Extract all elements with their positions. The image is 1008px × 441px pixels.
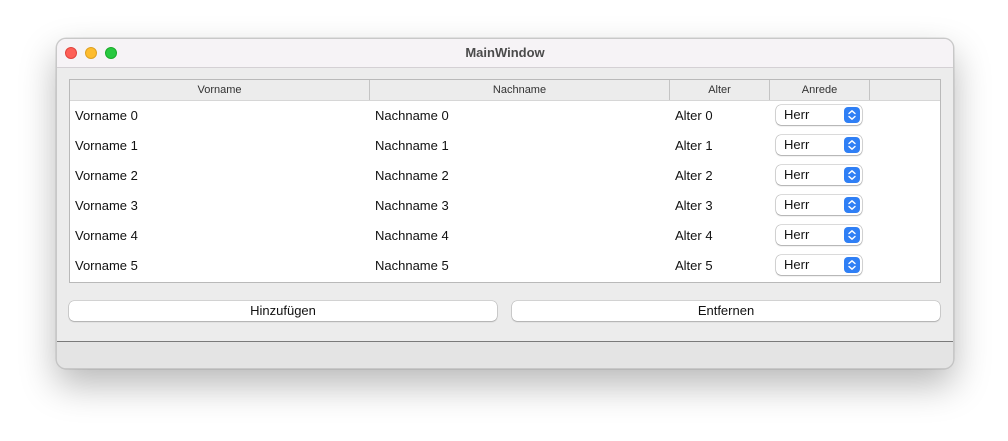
anrede-select[interactable]: Herr xyxy=(776,165,862,185)
table-row[interactable]: Vorname 4 Nachname 4 Alter 4 Herr xyxy=(70,221,940,251)
anrede-select[interactable]: Herr xyxy=(776,195,862,215)
cell-nachname[interactable]: Nachname 4 xyxy=(375,221,449,251)
table-row[interactable]: Vorname 0 Nachname 0 Alter 0 Herr xyxy=(70,101,940,131)
cell-vorname[interactable]: Vorname 2 xyxy=(75,161,138,191)
cell-vorname[interactable]: Vorname 0 xyxy=(75,101,138,131)
title-bar[interactable]: MainWindow xyxy=(57,39,953,68)
table-row[interactable]: Vorname 1 Nachname 1 Alter 1 Herr xyxy=(70,131,940,161)
table-header: Vorname Nachname Alter Anrede xyxy=(70,80,940,101)
main-window: MainWindow Vorname Nachname Alter Anrede… xyxy=(56,38,954,369)
anrede-select-value: Herr xyxy=(784,227,810,242)
cell-vorname[interactable]: Vorname 3 xyxy=(75,191,138,221)
cell-nachname[interactable]: Nachname 3 xyxy=(375,191,449,221)
cell-vorname[interactable]: Vorname 4 xyxy=(75,221,138,251)
up-down-chevron-icon xyxy=(844,107,860,123)
anrede-select[interactable]: Herr xyxy=(776,225,862,245)
cell-nachname[interactable]: Nachname 0 xyxy=(375,101,449,131)
cell-alter[interactable]: Alter 5 xyxy=(675,251,713,281)
cell-nachname[interactable]: Nachname 1 xyxy=(375,131,449,161)
column-header-anrede[interactable]: Anrede xyxy=(770,80,870,100)
person-table[interactable]: Vorname Nachname Alter Anrede Vorname 0 … xyxy=(69,79,941,283)
status-bar xyxy=(57,341,953,368)
cell-alter[interactable]: Alter 0 xyxy=(675,101,713,131)
anrede-select-value: Herr xyxy=(784,137,810,152)
up-down-chevron-icon xyxy=(844,137,860,153)
up-down-chevron-icon xyxy=(844,167,860,183)
window-title: MainWindow xyxy=(465,45,545,60)
up-down-chevron-icon xyxy=(844,197,860,213)
cell-vorname[interactable]: Vorname 5 xyxy=(75,251,138,281)
anrede-select-value: Herr xyxy=(784,257,810,272)
cell-alter[interactable]: Alter 4 xyxy=(675,221,713,251)
cell-vorname[interactable]: Vorname 1 xyxy=(75,131,138,161)
anrede-select-value: Herr xyxy=(784,167,810,182)
cell-alter[interactable]: Alter 1 xyxy=(675,131,713,161)
anrede-select[interactable]: Herr xyxy=(776,255,862,275)
table-row[interactable]: Vorname 3 Nachname 3 Alter 3 Herr xyxy=(70,191,940,221)
column-header-alter[interactable]: Alter xyxy=(670,80,770,100)
table-row[interactable]: Vorname 2 Nachname 2 Alter 2 Herr xyxy=(70,161,940,191)
table-row[interactable]: Vorname 5 Nachname 5 Alter 5 Herr xyxy=(70,251,940,281)
add-button[interactable]: Hinzufügen xyxy=(69,301,497,321)
up-down-chevron-icon xyxy=(844,227,860,243)
column-header-vorname[interactable]: Vorname xyxy=(70,80,370,100)
anrede-select-value: Herr xyxy=(784,107,810,122)
anrede-select[interactable]: Herr xyxy=(776,135,862,155)
cell-alter[interactable]: Alter 3 xyxy=(675,191,713,221)
up-down-chevron-icon xyxy=(844,257,860,273)
cell-nachname[interactable]: Nachname 5 xyxy=(375,251,449,281)
anrede-select[interactable]: Herr xyxy=(776,105,862,125)
cell-alter[interactable]: Alter 2 xyxy=(675,161,713,191)
anrede-select-value: Herr xyxy=(784,197,810,212)
cell-nachname[interactable]: Nachname 2 xyxy=(375,161,449,191)
column-header-nachname[interactable]: Nachname xyxy=(370,80,670,100)
remove-button[interactable]: Entfernen xyxy=(512,301,940,321)
